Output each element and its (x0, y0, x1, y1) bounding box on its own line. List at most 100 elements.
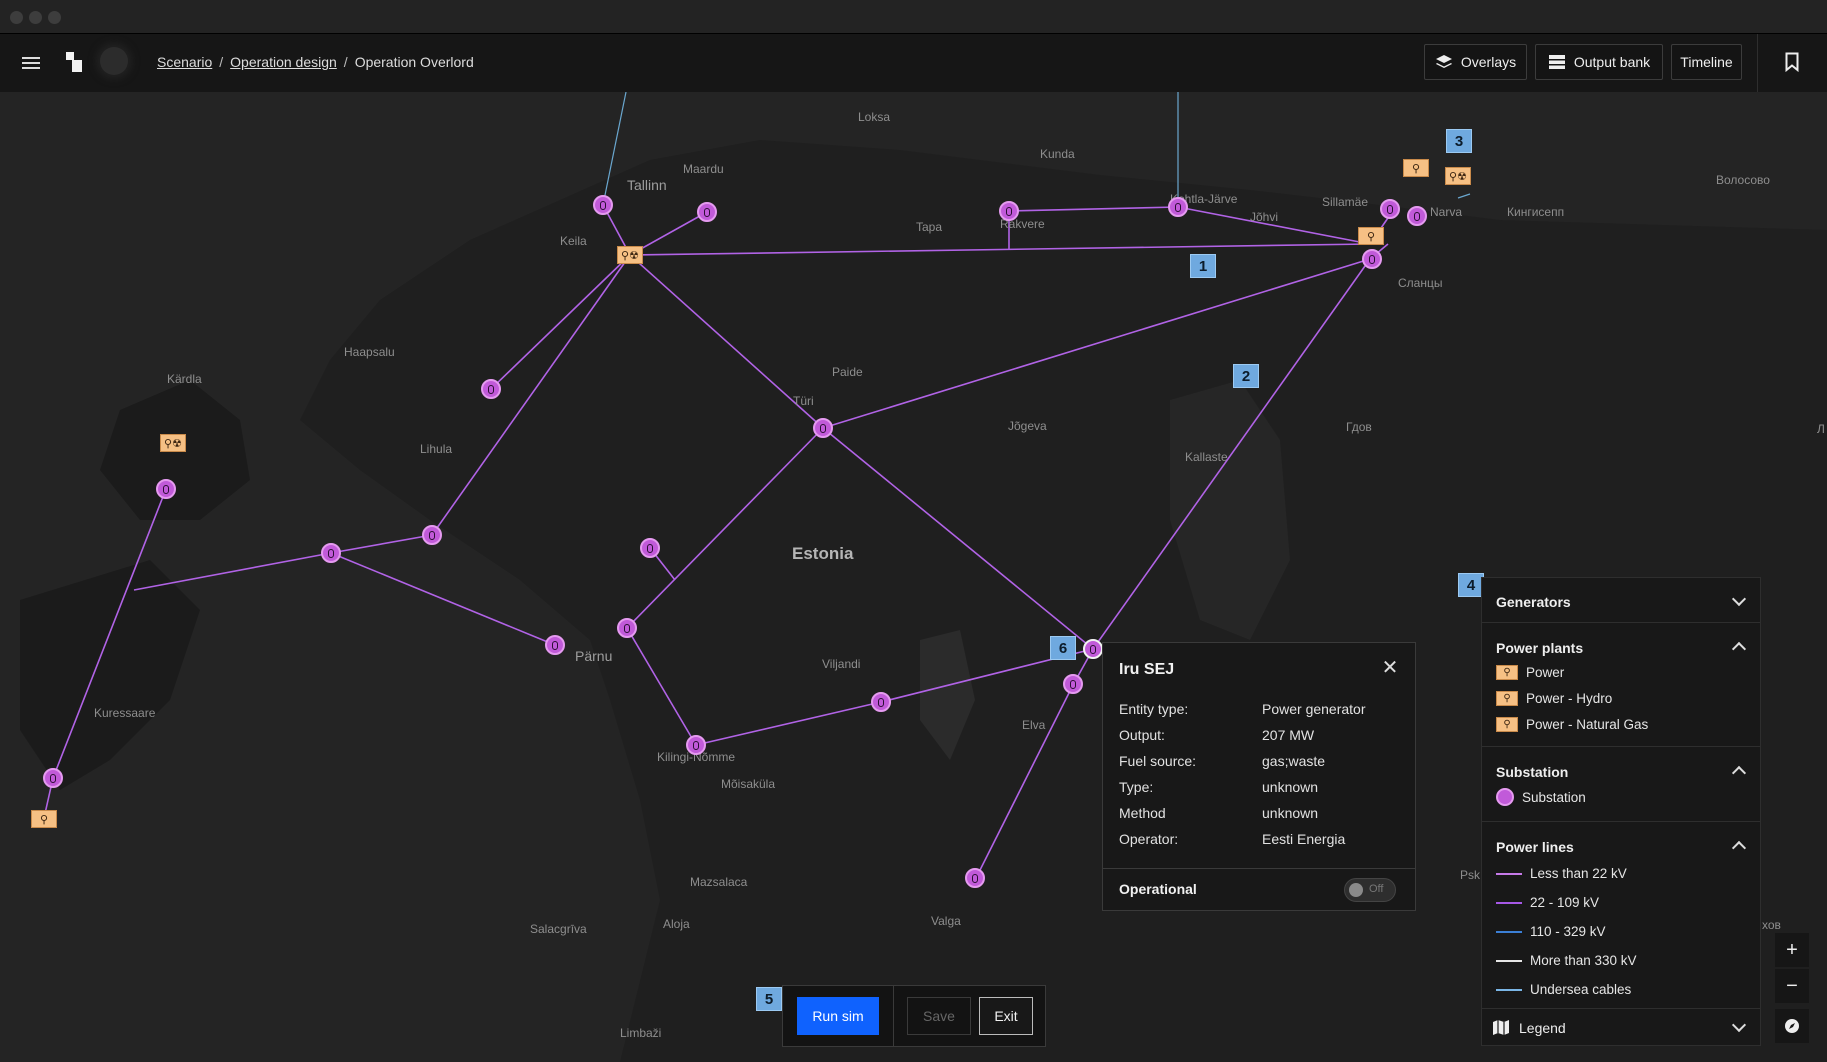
legend-item-power-hydro: ⚲ Power - Hydro (1496, 691, 1612, 706)
breadcrumb-scenario-link[interactable]: Scenario (157, 54, 212, 70)
chevron-up-icon[interactable] (1731, 641, 1747, 657)
legend-item-label: Power - Natural Gas (1526, 717, 1649, 732)
place-label: Kunda (1040, 147, 1075, 161)
place-label: Гдов (1346, 420, 1372, 434)
place-label: Haapsalu (344, 345, 395, 359)
step-marker[interactable]: 6 (1050, 636, 1076, 660)
place-label: Viljandi (822, 657, 861, 671)
place-label: хов (1762, 918, 1781, 932)
field-value: gas;waste (1262, 753, 1326, 769)
chevron-down-icon[interactable] (1731, 1017, 1747, 1033)
place-label: Волосово (1716, 173, 1770, 187)
zoom-in-button[interactable]: + (1775, 933, 1809, 967)
place-label: Aloja (663, 917, 690, 931)
avatar[interactable] (100, 47, 128, 75)
substation-marker[interactable] (617, 618, 637, 638)
substation-marker[interactable] (321, 543, 341, 563)
field-key: Output: (1119, 727, 1165, 743)
substation-marker[interactable] (156, 479, 176, 499)
legend-footer-label[interactable]: Legend (1519, 1020, 1566, 1036)
legend-item-label: Power (1526, 665, 1565, 680)
legend-item-power-line: Undersea cables (1496, 982, 1631, 997)
place-label: Keila (560, 234, 587, 248)
legend-panel: Generators Power plants ⚲ Power ⚲ Power - … (1481, 577, 1761, 1046)
substation-marker[interactable] (43, 768, 63, 788)
place-label: Jõgeva (1008, 419, 1047, 433)
line-swatch (1496, 930, 1522, 933)
place-label: Valga (931, 914, 961, 928)
step-marker[interactable]: 1 (1190, 254, 1216, 278)
selected-substation-marker[interactable] (1083, 639, 1103, 659)
close-icon[interactable]: ✕ (1379, 657, 1401, 679)
step-marker[interactable]: 2 (1233, 364, 1259, 388)
legend-item-substation: Substation (1496, 788, 1586, 806)
substation-marker[interactable] (1380, 199, 1400, 219)
output-bank-button[interactable]: Output bank (1535, 44, 1663, 80)
step-marker[interactable]: 5 (756, 987, 782, 1011)
run-sim-button[interactable]: Run sim (797, 997, 879, 1035)
breadcrumb-current: Operation Overlord (354, 54, 474, 70)
chevron-up-icon[interactable] (1731, 765, 1747, 781)
action-divider (893, 986, 894, 1046)
substation-marker[interactable] (686, 735, 706, 755)
substation-marker[interactable] (1063, 674, 1083, 694)
window-close-dot[interactable] (10, 11, 23, 24)
substation-marker[interactable] (481, 379, 501, 399)
power-lines-heading: Power lines (1496, 839, 1574, 855)
step-marker[interactable]: 3 (1446, 129, 1472, 153)
operational-toggle[interactable]: Off (1344, 878, 1396, 902)
substation-marker[interactable] (965, 868, 985, 888)
app-window: Scenario / Operation design / Operation Over… (0, 0, 1827, 1062)
power-plant-marker[interactable]: ⚲ (31, 810, 57, 828)
overlays-button[interactable]: Overlays (1424, 44, 1527, 80)
toggle-knob (1349, 883, 1363, 897)
place-label: Psk (1460, 868, 1481, 882)
substation-marker[interactable] (422, 525, 442, 545)
place-label: Salacgrīva (530, 922, 587, 936)
legend-item-label: More than 330 kV (1530, 953, 1637, 968)
substation-marker[interactable] (545, 635, 565, 655)
power-plant-marker[interactable]: ⚲ (1403, 159, 1429, 177)
substation-marker[interactable] (813, 418, 833, 438)
legend-divider (1482, 821, 1760, 822)
chevron-down-icon[interactable] (1731, 591, 1747, 607)
timeline-button[interactable]: Timeline (1671, 44, 1742, 80)
legend-item-power-line: 22 - 109 kV (1496, 895, 1599, 910)
chevron-up-icon[interactable] (1731, 840, 1747, 856)
legend-item-label: Less than 22 kV (1530, 866, 1627, 881)
popup-divider (1103, 868, 1415, 869)
power-plant-marker[interactable]: ⚲☢ (1445, 167, 1471, 185)
hamburger-menu-icon[interactable] (22, 55, 40, 71)
window-maximize-dot[interactable] (48, 11, 61, 24)
substation-marker[interactable] (1407, 206, 1427, 226)
legend-divider (1482, 622, 1760, 623)
place-label: Paide (832, 365, 863, 379)
substation-marker[interactable] (640, 538, 660, 558)
substation-marker[interactable] (593, 195, 613, 215)
zoom-out-button[interactable]: − (1775, 969, 1809, 1003)
save-button[interactable]: Save (907, 997, 971, 1035)
place-label: Mõisaküla (721, 777, 776, 791)
field-value: Power generator (1262, 701, 1366, 717)
simulation-action-bar: Run sim Save Exit (782, 985, 1046, 1047)
layers-icon (1435, 55, 1452, 68)
bookmark-icon[interactable] (1785, 52, 1799, 72)
field-key: Method (1119, 805, 1166, 821)
line-swatch (1496, 901, 1522, 904)
compass-icon[interactable] (1775, 1009, 1809, 1043)
window-minimize-dot[interactable] (29, 11, 42, 24)
substation-marker[interactable] (871, 692, 891, 712)
substation-marker[interactable] (1362, 249, 1382, 269)
top-navigation-bar: Scenario / Operation design / Operation Over… (0, 34, 1827, 93)
power-plant-marker[interactable]: ⚲ (1358, 227, 1384, 245)
exit-button[interactable]: Exit (979, 997, 1033, 1035)
country-label: Estonia (792, 544, 854, 563)
breadcrumb-operation-design-link[interactable]: Operation design (230, 54, 337, 70)
substation-marker[interactable] (999, 201, 1019, 221)
substation-marker[interactable] (697, 202, 717, 222)
substation-marker[interactable] (1168, 197, 1188, 217)
field-value: 207 MW (1262, 727, 1315, 743)
toggle-state-label: Off (1369, 883, 1384, 895)
power-plant-marker[interactable]: ⚲☢ (617, 246, 643, 264)
power-plant-marker[interactable]: ⚲☢ (160, 434, 186, 452)
